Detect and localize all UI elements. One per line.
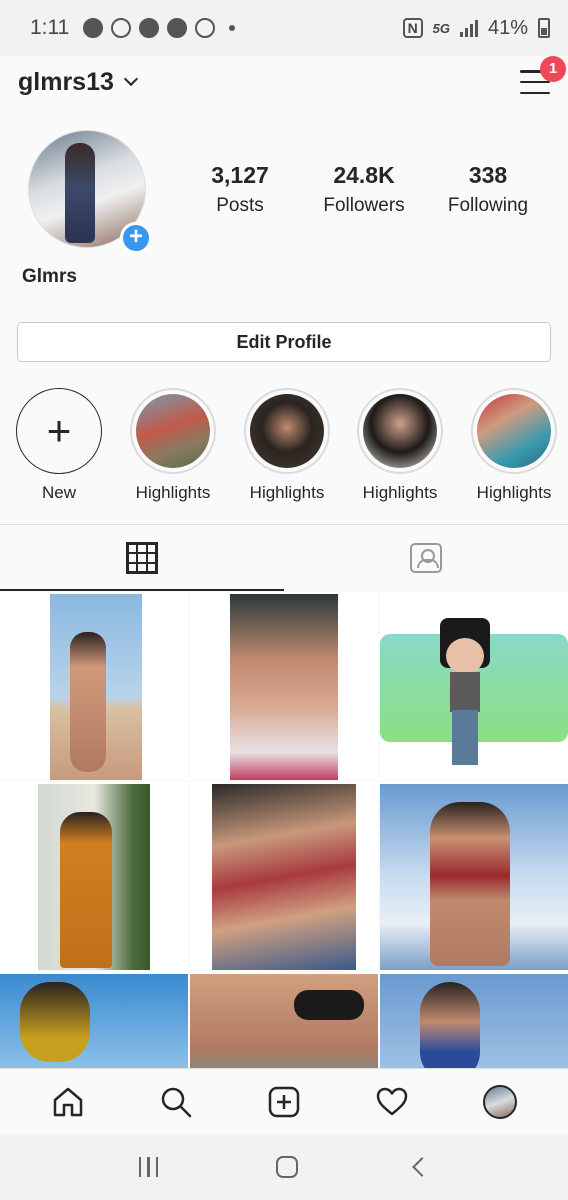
highlight-label: Highlights	[249, 483, 325, 502]
recent-apps-icon[interactable]	[138, 1157, 159, 1177]
display-name: Glmrs	[22, 266, 77, 287]
nav-home[interactable]	[38, 1077, 98, 1127]
profile-tabs	[0, 524, 568, 591]
nfc-icon: N	[402, 18, 423, 38]
post-thumbnail[interactable]	[190, 782, 378, 970]
following-stat[interactable]: 338 Following	[426, 162, 550, 217]
battery-icon	[538, 18, 550, 38]
plus-icon[interactable]: +	[16, 388, 102, 474]
messenger-icon	[167, 18, 188, 38]
nav-search[interactable]	[146, 1077, 206, 1127]
android-navigation-bar	[0, 1134, 568, 1200]
nav-activity[interactable]	[362, 1077, 422, 1127]
followers-stat[interactable]: 24.8K Followers	[302, 162, 426, 217]
new-highlight[interactable]: + New	[11, 388, 107, 503]
post-thumbnail[interactable]	[190, 592, 378, 780]
post-thumbnail[interactable]	[0, 972, 188, 1068]
post-thumbnail[interactable]	[380, 592, 568, 780]
profile-avatar-container[interactable]: +	[28, 130, 152, 254]
more-notifications-dot	[229, 25, 236, 31]
bottom-navigation	[0, 1068, 568, 1134]
nav-add-post[interactable]	[254, 1077, 314, 1127]
add-story-button[interactable]: +	[120, 222, 152, 254]
highlight-item[interactable]: Highlights	[125, 388, 221, 503]
following-label: Following	[447, 195, 529, 216]
story-highlights: + New Highlights Highlights Highlights H…	[0, 388, 568, 508]
highlight-label: Highlights	[476, 483, 552, 502]
posts-label: Posts	[216, 195, 264, 216]
heart-icon	[376, 1087, 408, 1115]
tagged-icon	[410, 543, 442, 573]
highlight-label: New	[41, 483, 76, 502]
tab-tagged[interactable]	[284, 525, 568, 591]
profile-avatar	[483, 1084, 517, 1119]
signal-icon	[459, 19, 478, 37]
chevron-down-icon[interactable]	[123, 71, 138, 87]
status-time: 1:11	[30, 16, 70, 39]
posts-stat[interactable]: 3,127 Posts	[178, 162, 302, 217]
battery-percent: 41%	[487, 16, 528, 39]
followers-count: 24.8K	[333, 162, 395, 188]
add-post-icon	[268, 1086, 300, 1117]
grid-icon	[126, 542, 158, 574]
post-thumbnail[interactable]	[0, 782, 188, 970]
status-bar: 1:11 N 5G 41%	[0, 0, 568, 56]
following-count: 338	[468, 162, 508, 188]
whatsapp-icon	[111, 18, 132, 38]
highlight-item[interactable]: Highlights	[239, 388, 335, 503]
nav-profile[interactable]	[470, 1077, 530, 1127]
post-thumbnail[interactable]	[0, 592, 188, 780]
back-icon[interactable]	[412, 1157, 433, 1177]
highlight-label: Highlights	[362, 483, 438, 502]
edit-profile-button[interactable]: Edit Profile	[17, 322, 551, 362]
post-thumbnail[interactable]	[380, 972, 568, 1068]
tab-grid[interactable]	[0, 525, 284, 591]
notification-badge: 1	[540, 56, 566, 82]
facebook-icon	[139, 18, 160, 38]
posts-count: 3,127	[211, 162, 269, 188]
username-switcher[interactable]: glmrs13	[18, 68, 114, 97]
posts-grid	[0, 592, 568, 1068]
menu-button[interactable]: 1	[520, 56, 566, 94]
highlight-item[interactable]: Highlights	[352, 388, 448, 503]
followers-label: Followers	[323, 195, 405, 216]
home-button-icon[interactable]	[275, 1156, 298, 1178]
home-icon	[53, 1087, 83, 1116]
post-thumbnail[interactable]	[190, 972, 378, 1068]
search-icon	[161, 1087, 192, 1117]
highlight-label: Highlights	[135, 483, 211, 502]
highlight-item[interactable]: Highlights	[466, 388, 562, 503]
post-thumbnail[interactable]	[380, 782, 568, 970]
profile-header: glmrs13 1	[0, 56, 568, 108]
app-notification-icon	[195, 18, 216, 38]
network-type: 5G	[432, 20, 450, 36]
play-icon	[83, 18, 104, 38]
profile-stats: 3,127 Posts 24.8K Followers 338 Followin…	[178, 162, 550, 217]
